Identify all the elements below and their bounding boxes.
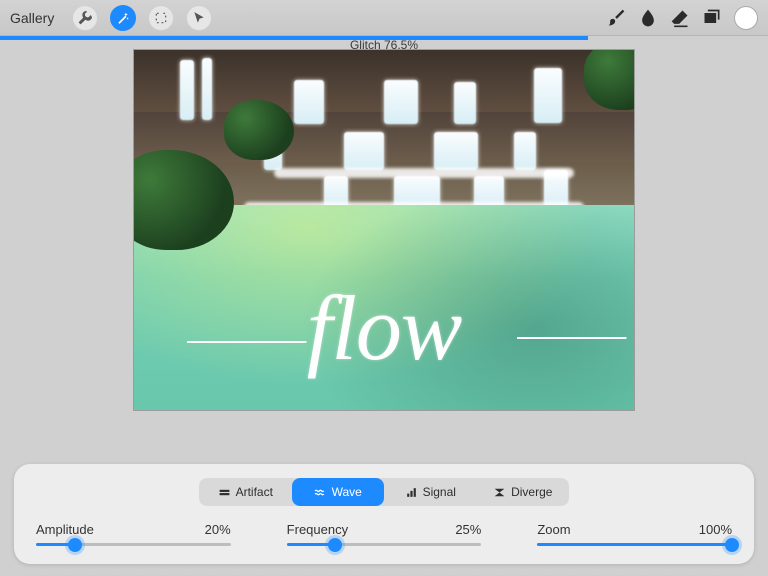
canvas-text-content: flow xyxy=(307,277,461,379)
canvas-bg xyxy=(344,132,384,170)
color-swatch[interactable] xyxy=(734,6,758,30)
slider-track[interactable] xyxy=(537,543,732,546)
mode-label: Diverge xyxy=(511,485,552,499)
eraser-icon[interactable] xyxy=(670,8,690,28)
slider-track[interactable] xyxy=(36,543,231,546)
canvas-bg xyxy=(534,68,562,123)
selection-icon[interactable] xyxy=(148,5,174,31)
swash-line xyxy=(517,337,627,339)
top-toolbar: Gallery xyxy=(0,0,768,36)
mode-segmented-control: Artifact Wave Signal Diverge xyxy=(199,478,569,506)
filter-progress-track[interactable] xyxy=(0,36,768,40)
canvas-bg xyxy=(274,168,574,178)
mode-artifact[interactable]: Artifact xyxy=(199,478,292,506)
zoom-slider[interactable]: Zoom 100% xyxy=(537,522,732,546)
sliders-row: Amplitude 20% Frequency 25% Zoom 100% xyxy=(36,522,732,546)
filter-progress-fill xyxy=(0,36,588,40)
mode-label: Wave xyxy=(332,485,362,499)
wrench-icon[interactable] xyxy=(72,5,98,31)
canvas[interactable]: flow xyxy=(134,50,634,410)
frequency-slider[interactable]: Frequency 25% xyxy=(287,522,482,546)
slider-fill xyxy=(537,543,732,546)
canvas-bg xyxy=(224,100,294,160)
slider-thumb[interactable] xyxy=(68,538,82,552)
cursor-icon[interactable] xyxy=(186,5,212,31)
slider-thumb[interactable] xyxy=(328,538,342,552)
adjustment-panel: Artifact Wave Signal Diverge Amplitude 2… xyxy=(14,464,754,564)
mode-label: Artifact xyxy=(236,485,273,499)
mode-diverge[interactable]: Diverge xyxy=(477,478,570,506)
wave-icon xyxy=(314,486,327,499)
canvas-bg xyxy=(434,132,478,170)
slider-value: 100% xyxy=(699,522,732,537)
canvas-calligraphy-text: flow xyxy=(307,275,461,381)
gallery-button[interactable]: Gallery xyxy=(10,10,54,26)
signal-icon xyxy=(405,486,418,499)
brush-icon[interactable] xyxy=(606,8,626,28)
slider-thumb[interactable] xyxy=(725,538,739,552)
mode-label: Signal xyxy=(423,485,456,499)
amplitude-slider[interactable]: Amplitude 20% xyxy=(36,522,231,546)
slider-label: Zoom xyxy=(537,522,570,537)
canvas-bg xyxy=(180,60,194,120)
layers-icon[interactable] xyxy=(702,8,722,28)
diverge-icon xyxy=(493,486,506,499)
slider-track[interactable] xyxy=(287,543,482,546)
mode-signal[interactable]: Signal xyxy=(384,478,477,506)
canvas-bg xyxy=(202,58,212,120)
mode-wave[interactable]: Wave xyxy=(292,478,385,506)
swash-line xyxy=(187,341,307,343)
magic-wand-icon[interactable] xyxy=(110,5,136,31)
slider-value: 25% xyxy=(455,522,481,537)
smudge-icon[interactable] xyxy=(638,8,658,28)
toolbar-right xyxy=(606,6,758,30)
canvas-bg xyxy=(294,80,324,124)
canvas-bg xyxy=(454,82,476,124)
slider-label: Amplitude xyxy=(36,522,94,537)
artifact-icon xyxy=(218,486,231,499)
canvas-bg xyxy=(384,80,418,124)
slider-label: Frequency xyxy=(287,522,348,537)
canvas-bg xyxy=(514,132,536,170)
slider-value: 20% xyxy=(205,522,231,537)
toolbar-left: Gallery xyxy=(10,5,212,31)
